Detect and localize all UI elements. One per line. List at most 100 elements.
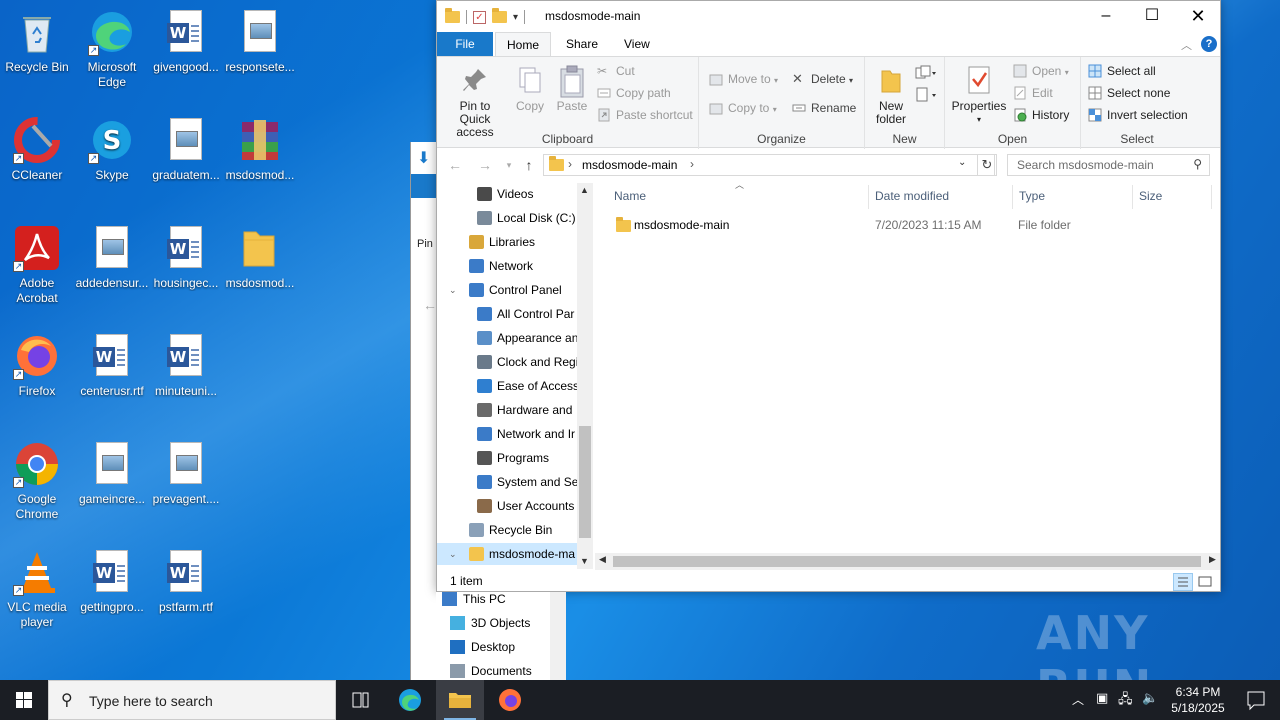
show-hidden-icons-icon[interactable]: ︿: [1072, 691, 1084, 708]
firefox-taskbar-icon[interactable]: [486, 680, 534, 720]
nav-item[interactable]: Hardware and: [437, 399, 577, 421]
clock[interactable]: 6:34 PM 5/18/2025: [1162, 684, 1234, 716]
new-folder-qat-icon[interactable]: [492, 8, 507, 23]
tab-share[interactable]: Share: [553, 32, 611, 56]
scroll-down-icon[interactable]: ▼: [580, 556, 589, 566]
notifications-icon[interactable]: [1232, 680, 1280, 720]
breadcrumb-current[interactable]: msdosmode-main: [582, 158, 677, 172]
nav-item[interactable]: ⌄ msdosmode-ma: [437, 543, 577, 565]
nav-item[interactable]: Appearance an: [437, 327, 578, 349]
desktop-icon[interactable]: Wgettingpro...: [75, 548, 149, 615]
properties-button[interactable]: Properties ▾: [951, 65, 1007, 126]
easy-access-icon[interactable]: [915, 87, 937, 106]
address-dropdown-icon[interactable]: ⌄: [958, 157, 966, 168]
file-explorer-taskbar-icon[interactable]: [436, 680, 484, 720]
select-all-button[interactable]: Select all: [1088, 62, 1156, 80]
desktop-icon[interactable]: Recycle Bin: [0, 8, 74, 75]
back-button[interactable]: ←: [445, 155, 465, 175]
search-icon[interactable]: ⚲: [1193, 157, 1202, 171]
desktop-icon[interactable]: msdosmod...: [223, 224, 297, 291]
expand-chevron-icon[interactable]: ⌄: [449, 279, 457, 301]
address-bar[interactable]: › msdosmode-main › ⌄: [543, 154, 995, 176]
tab-view[interactable]: View: [611, 32, 663, 56]
taskbar-search-box[interactable]: ⚲ Type here to search: [48, 680, 336, 720]
lower-scrollbar[interactable]: [550, 592, 566, 680]
invert-selection-button[interactable]: Invert selection: [1088, 106, 1188, 124]
breadcrumb-chevron-icon[interactable]: ›: [568, 157, 572, 171]
desktop-icon[interactable]: S ↗ Skype: [75, 116, 149, 183]
rename-button[interactable]: Rename: [792, 99, 856, 117]
desktop-icon[interactable]: Wcenterusr.rtf: [75, 332, 149, 399]
column-name[interactable]: Name: [614, 185, 646, 207]
tab-file[interactable]: File: [437, 32, 493, 56]
copy-button[interactable]: Copy: [511, 65, 549, 113]
desktop-icon[interactable]: ↗ Microsoft Edge: [75, 8, 149, 90]
column-date-modified[interactable]: Date modified: [875, 185, 949, 207]
desktop-icon[interactable]: graduatem...: [149, 116, 223, 183]
nav-item[interactable]: Videos: [437, 183, 577, 205]
network-icon[interactable]: 🖧: [1118, 690, 1133, 712]
table-row[interactable]: msdosmode-main 7/20/2023 11:15 AM File f…: [612, 215, 1212, 235]
desktop-icon[interactable]: ↗ Google Chrome: [0, 440, 74, 522]
move-to-button[interactable]: Move to ▾: [709, 70, 778, 88]
volume-icon[interactable]: 🔈: [1142, 690, 1158, 706]
nav-item[interactable]: Ease of Access: [437, 375, 579, 397]
delete-button[interactable]: ✕ Delete ▾: [792, 70, 853, 88]
scroll-up-icon[interactable]: ▲: [580, 185, 589, 195]
cut-button[interactable]: ✂ Cut: [597, 62, 635, 80]
nav-item[interactable]: User Accounts: [437, 495, 577, 517]
search-box[interactable]: Search msdosmode-main ⚲: [1007, 154, 1210, 176]
task-view-icon[interactable]: [336, 680, 384, 720]
new-item-icon[interactable]: [915, 65, 937, 84]
desktop-icon[interactable]: prevagent....: [149, 440, 223, 507]
nav-item[interactable]: Desktop: [436, 636, 550, 658]
desktop-icon[interactable]: ↗ Adobe Acrobat: [0, 224, 74, 306]
desktop-icon[interactable]: responsete...: [223, 8, 297, 75]
nav-item[interactable]: All Control Par: [437, 303, 577, 325]
scroll-left-icon[interactable]: ◀: [599, 554, 606, 565]
expand-chevron-icon[interactable]: ⌄: [449, 543, 457, 565]
customize-qat-icon[interactable]: ▾: [513, 12, 518, 23]
new-folder-button[interactable]: New folder: [871, 65, 911, 126]
search-input[interactable]: Search msdosmode-main: [1017, 158, 1154, 172]
tab-home[interactable]: Home: [495, 32, 551, 56]
copy-path-button[interactable]: Copy path: [597, 84, 671, 102]
nav-item[interactable]: ⌄ Control Panel: [437, 279, 577, 301]
nav-item[interactable]: Network: [437, 255, 577, 277]
desktop-icon[interactable]: addedensur...: [75, 224, 149, 291]
desktop-icon[interactable]: ↗ Firefox: [0, 332, 74, 399]
history-button[interactable]: History: [1013, 106, 1069, 124]
nav-item[interactable]: 3D Objects: [436, 612, 550, 634]
nav-item[interactable]: Documents: [436, 660, 550, 682]
close-button[interactable]: ✕: [1175, 1, 1220, 32]
open-button[interactable]: Open ▾: [1013, 62, 1069, 80]
select-none-button[interactable]: Select none: [1088, 84, 1170, 102]
taskbar-search-input[interactable]: Type here to search: [89, 693, 213, 709]
desktop-icon[interactable]: Whousingec...: [149, 224, 223, 291]
breadcrumb-chevron-icon[interactable]: ›: [690, 157, 694, 171]
scrollbar-thumb[interactable]: [579, 426, 591, 538]
paste-shortcut-button[interactable]: Paste shortcut: [597, 106, 693, 124]
recent-locations-button[interactable]: ▾: [499, 155, 519, 175]
desktop-icon[interactable]: Wminuteuni...: [149, 332, 223, 399]
desktop-icon[interactable]: gameincre...: [75, 440, 149, 507]
minimize-button[interactable]: –: [1083, 1, 1129, 32]
properties-qat-icon[interactable]: ✓: [473, 10, 486, 24]
forward-button[interactable]: →: [475, 155, 495, 175]
up-button[interactable]: ↑: [519, 155, 539, 175]
details-view-icon[interactable]: [1173, 573, 1193, 591]
desktop-icon[interactable]: ↗ CCleaner: [0, 116, 74, 183]
nav-item[interactable]: Clock and Regi: [437, 351, 578, 373]
help-icon[interactable]: ?: [1201, 36, 1217, 52]
desktop-icon[interactable]: Wpstfarm.rtf: [149, 548, 223, 615]
navigation-pane-scrollbar[interactable]: ▲ ▼: [577, 183, 593, 569]
desktop-icon[interactable]: msdosmod...: [223, 116, 297, 183]
nav-item[interactable]: System and Sec: [437, 471, 584, 493]
edge-taskbar-icon[interactable]: [386, 680, 434, 720]
nav-item[interactable]: Recycle Bin: [437, 519, 577, 541]
nav-item[interactable]: Network and Ir: [437, 423, 577, 445]
paste-button[interactable]: Paste: [553, 65, 591, 113]
copy-to-button[interactable]: Copy to ▾: [709, 99, 777, 117]
refresh-icon[interactable]: ↻: [977, 154, 997, 176]
edit-button[interactable]: Edit: [1013, 84, 1053, 102]
